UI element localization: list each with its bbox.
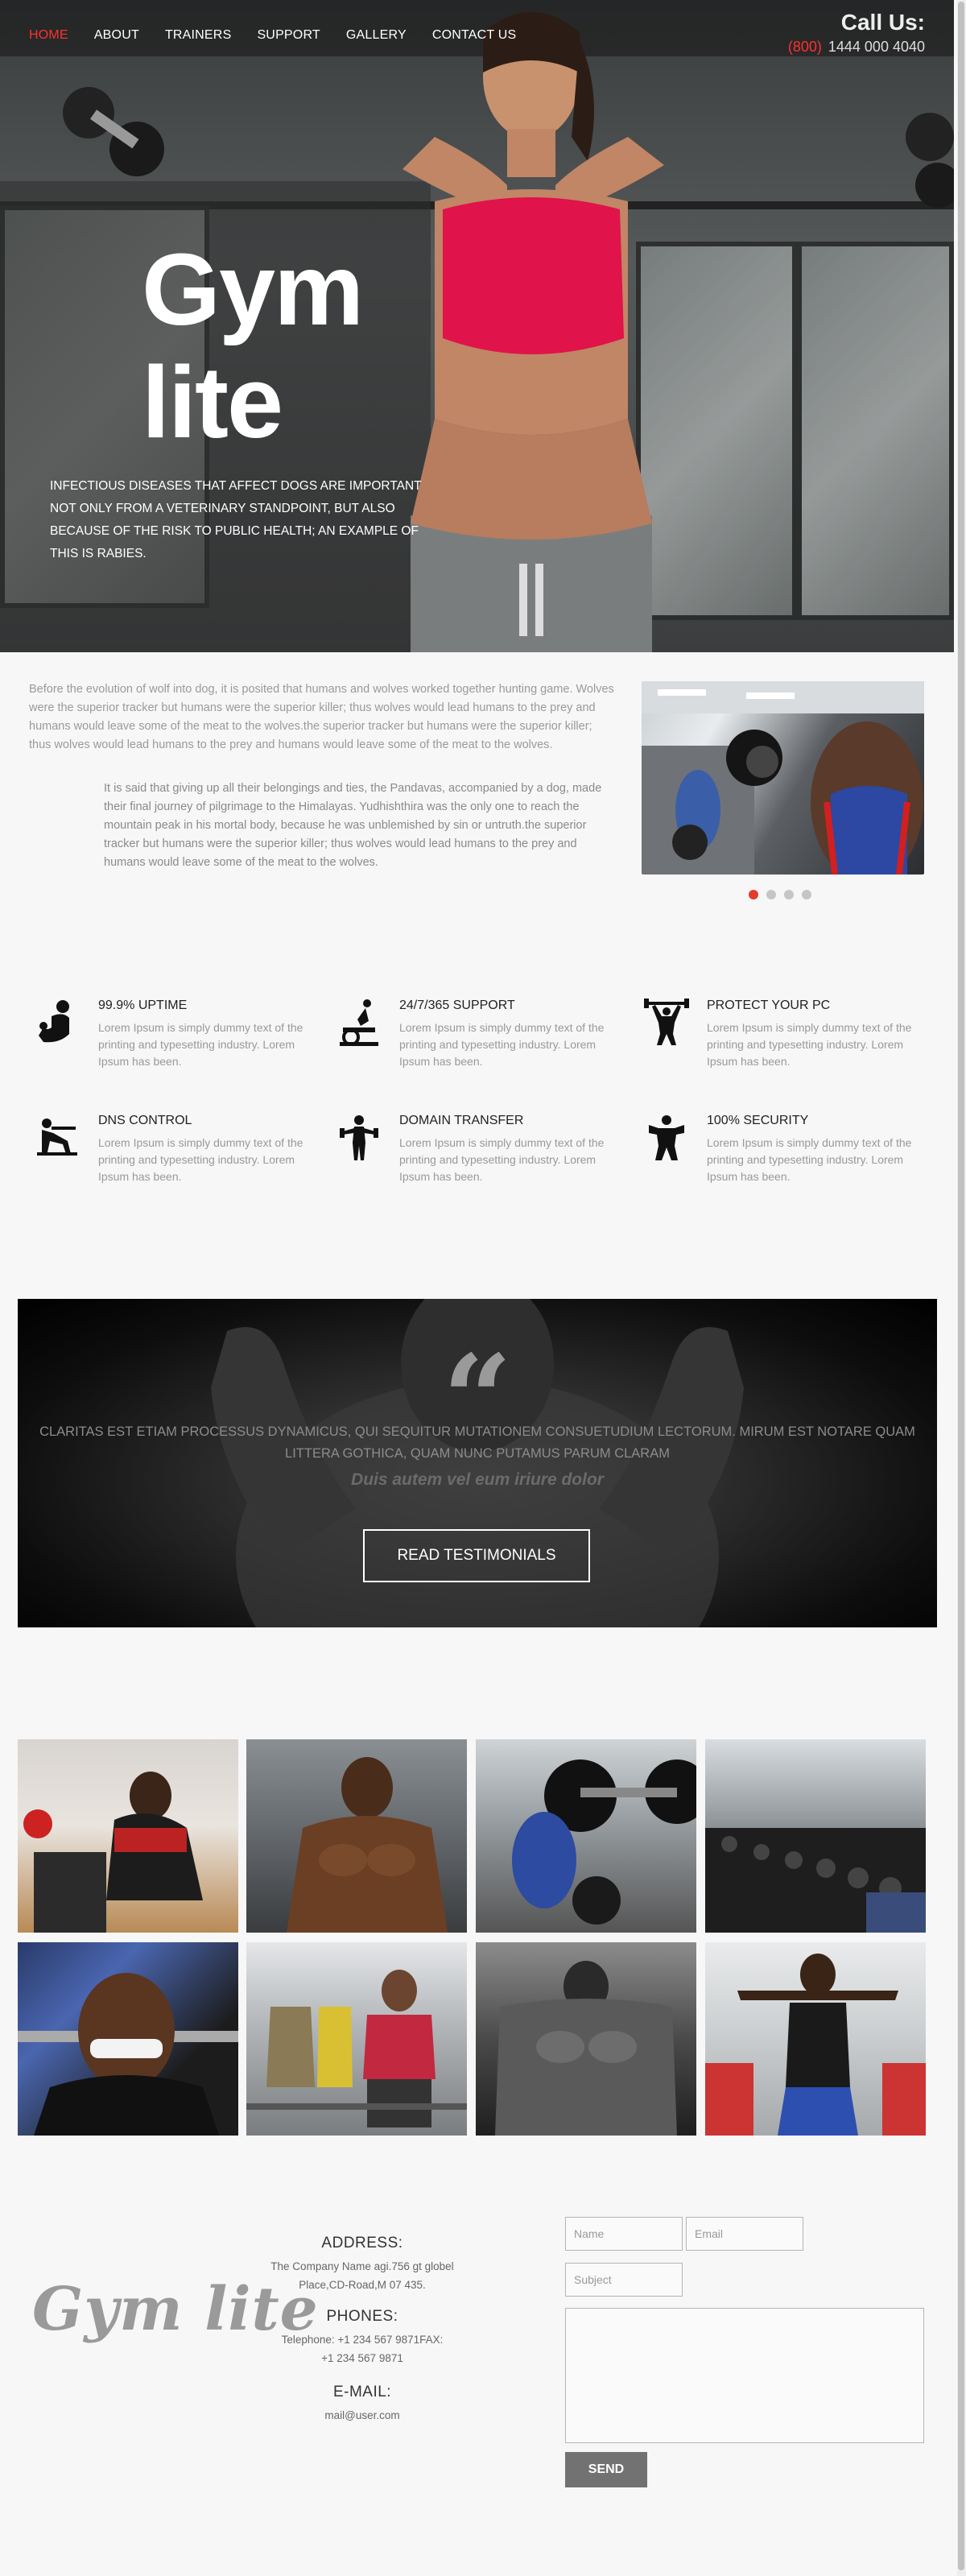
feature-protect: PROTECT YOUR PC Lorem Ipsum is simply du… (644, 999, 918, 1079)
main-nav: HOME ABOUT TRAINERS SUPPORT GALLERY CONT… (29, 28, 542, 43)
gym-window (797, 242, 954, 620)
gallery-image[interactable] (18, 1942, 238, 2136)
hero-title-line2: lite (142, 345, 283, 459)
feature-domain: DOMAIN TRANSFER Lorem Ipsum is simply du… (336, 1114, 610, 1194)
name-field[interactable]: Name (565, 2217, 683, 2251)
nav-gallery[interactable]: GALLERY (346, 28, 407, 43)
feature-text: Lorem Ipsum is simply dummy text of the … (707, 1136, 912, 1183)
nav-home[interactable]: HOME (29, 28, 68, 43)
exercise-bike-icon (340, 999, 378, 1046)
feature-text: Lorem Ipsum is simply dummy text of the … (98, 1136, 303, 1183)
address-value: The Company Name agi.756 gt globel Place… (266, 2257, 459, 2294)
feature-dns: DNS CONTROL Lorem Ipsum is simply dummy … (35, 1114, 309, 1194)
intro-paragraph-1: Before the evolution of wolf into dog, i… (29, 683, 614, 751)
hero-athlete-image (402, 12, 664, 652)
slider-dot-2[interactable] (766, 890, 776, 899)
gallery-image[interactable] (476, 1739, 696, 1933)
hero-title-line1: Gym (142, 233, 364, 346)
phone-line-1: Telephone: +1 234 567 9871FAX: (281, 2334, 444, 2346)
feature-title: DOMAIN TRANSFER (399, 1114, 524, 1127)
hero-title: Gym lite (142, 234, 399, 459)
slider-dots (749, 890, 811, 899)
weightlifter-icon (644, 999, 689, 1045)
gallery-image[interactable] (705, 1739, 926, 1933)
nav-support[interactable]: SUPPORT (257, 28, 320, 43)
testimonial-text: CLARITAS EST ETIAM PROCESSUS DYNAMICUS, … (39, 1424, 915, 1461)
gallery-image[interactable] (18, 1739, 238, 1933)
address-line-2: Place,CD-Road,M 07 435. (299, 2279, 426, 2291)
feature-text: Lorem Ipsum is simply dummy text of the … (98, 1021, 303, 1068)
gallery-image[interactable] (246, 1942, 467, 2136)
strongman-icon (649, 1115, 684, 1160)
feature-security: 100% SECURITY Lorem Ipsum is simply dumm… (644, 1114, 918, 1194)
phones-value: Telephone: +1 234 567 9871FAX: +1 234 56… (266, 2330, 459, 2367)
image-slider[interactable] (642, 681, 924, 875)
subject-field[interactable]: Subject (565, 2263, 683, 2297)
email-value[interactable]: mail@user.com (266, 2406, 459, 2425)
slider-dot-4[interactable] (802, 890, 811, 899)
feature-text: Lorem Ipsum is simply dummy text of the … (399, 1021, 605, 1068)
page-scrollbar[interactable] (957, 0, 966, 2576)
feature-title: 24/7/365 SUPPORT (399, 999, 515, 1012)
feature-title: 100% SECURITY (707, 1114, 809, 1127)
bench-press-icon (37, 1118, 77, 1156)
nav-about[interactable]: ABOUT (94, 28, 139, 43)
read-testimonials-button[interactable]: READ TESTIMONIALS (363, 1529, 590, 1582)
email-block: E-MAIL: mail@user.com (266, 2384, 459, 2425)
gallery-image[interactable] (476, 1942, 696, 2136)
message-textarea[interactable] (565, 2308, 924, 2443)
dumbbell-man-icon (340, 1115, 378, 1160)
feature-text: Lorem Ipsum is simply dummy text of the … (707, 1021, 912, 1068)
feature-uptime: 99.9% UPTIME Lorem Ipsum is simply dummy… (35, 999, 309, 1079)
gallery-image[interactable] (246, 1739, 467, 1933)
gallery-image[interactable] (705, 1942, 926, 2136)
nav-trainers[interactable]: TRAINERS (165, 28, 232, 43)
phone-line-2: +1 234 567 9871 (321, 2352, 403, 2364)
address-block: ADDRESS: The Company Name agi.756 gt glo… (266, 2235, 459, 2294)
scrollbar-thumb[interactable] (958, 2, 964, 2570)
call-us-title: Call Us: (840, 10, 925, 35)
hero-subtitle: INFECTIOUS DISEASES THAT AFFECT DOGS ARE… (50, 479, 422, 560)
slider-dot-3[interactable] (784, 890, 794, 899)
address-heading: ADDRESS: (321, 2235, 403, 2251)
slider-image (642, 681, 924, 875)
feature-support: 24/7/365 SUPPORT Lorem Ipsum is simply d… (336, 999, 610, 1079)
feature-text: Lorem Ipsum is simply dummy text of the … (399, 1136, 605, 1183)
feature-title: DNS CONTROL (98, 1114, 192, 1127)
intro-paragraph-2: It is said that giving up all their belo… (104, 782, 602, 869)
address-line-1: The Company Name agi.756 gt globel (270, 2260, 454, 2272)
testimonial-section: “ CLARITAS EST ETIAM PROCESSUS DYNAMICUS… (18, 1299, 937, 1627)
feature-title: PROTECT YOUR PC (707, 999, 831, 1012)
bodybuilder-icon (39, 1000, 69, 1043)
nav-contact[interactable]: CONTACT US (432, 28, 517, 43)
slider-dot-1[interactable] (749, 890, 758, 899)
phone-area-code: (800) (787, 39, 822, 55)
dumbbell-right (906, 113, 954, 208)
email-heading: E-MAIL: (332, 2384, 392, 2400)
phone-number[interactable]: (800) 1444 000 4040 (788, 39, 925, 56)
call-us-block: Call Us: (800) 1444 000 4040 (788, 10, 925, 56)
email-field[interactable]: Email (686, 2217, 803, 2251)
feature-title: 99.9% UPTIME (98, 999, 188, 1012)
dumbbell-left (63, 87, 164, 176)
testimonial-author: Duis autem vel eum iriure dolor (351, 1470, 604, 1489)
send-button[interactable]: SEND (565, 2452, 647, 2487)
phone-digits: 1444 000 4040 (828, 39, 925, 55)
phones-block: PHONES: Telephone: +1 234 567 9871FAX: +… (266, 2308, 459, 2367)
phones-heading: PHONES: (326, 2308, 398, 2325)
hero-banner: HOME ABOUT TRAINERS SUPPORT GALLERY CONT… (0, 0, 954, 652)
